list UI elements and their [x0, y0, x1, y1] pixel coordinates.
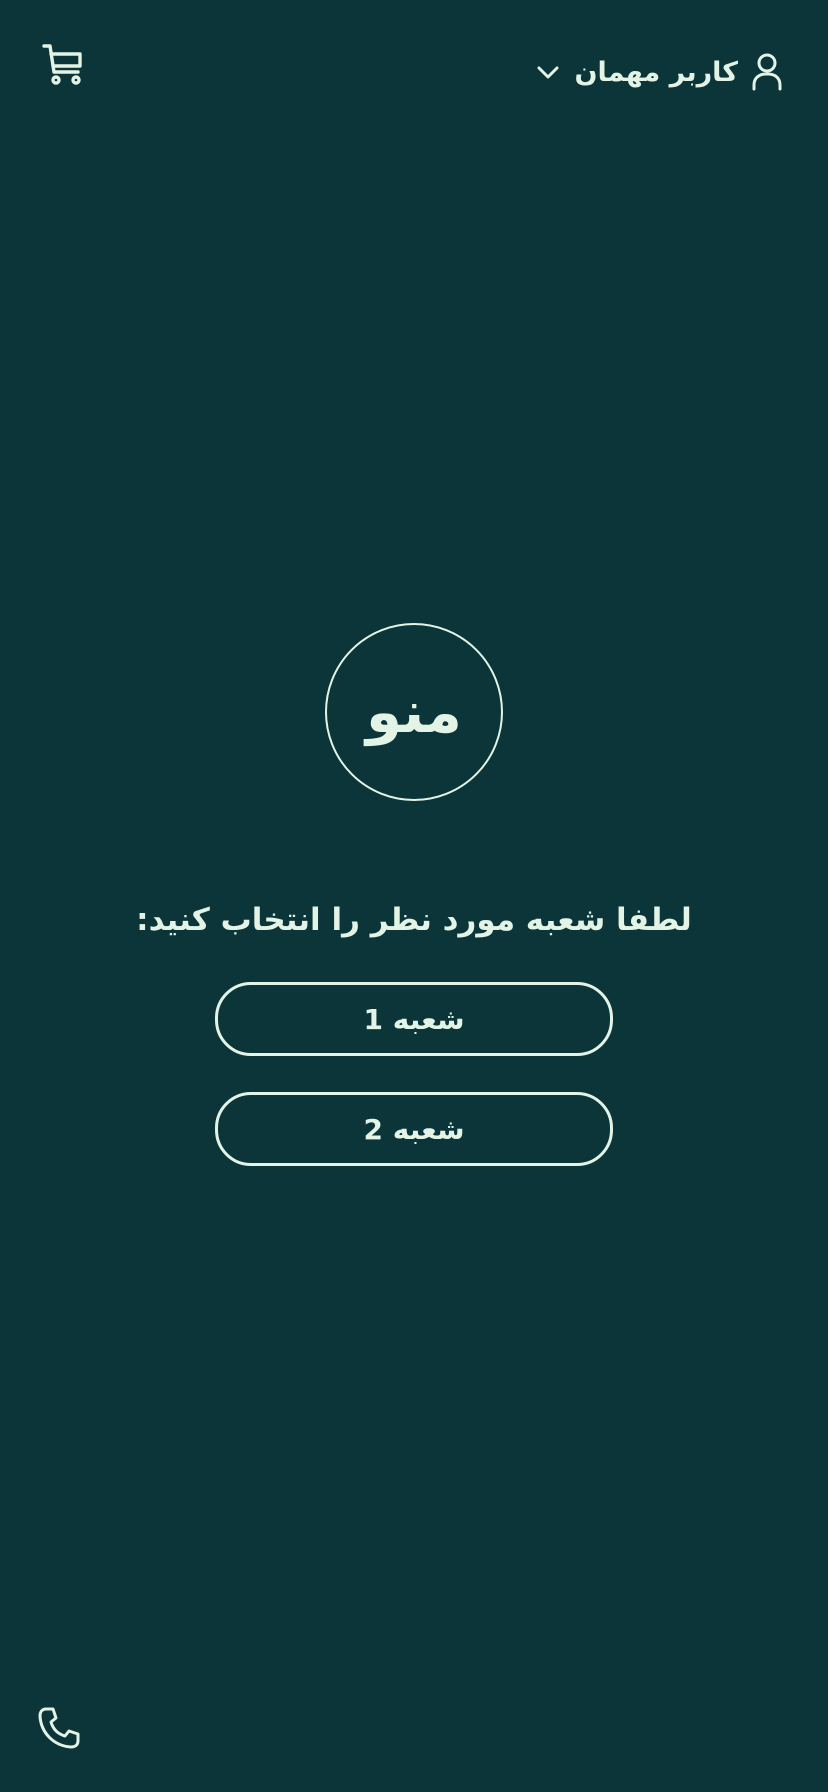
cart-button[interactable]: [40, 40, 92, 92]
chevron-down-icon: [536, 64, 560, 80]
user-menu[interactable]: کاربر مهمان: [536, 48, 782, 96]
logo: منو: [324, 622, 504, 802]
phone-icon: [38, 1707, 80, 1749]
cart-icon: [42, 44, 82, 85]
branch-prompt: لطفا شعبه مورد نظر را انتخاب کنید:: [136, 902, 692, 938]
branch-2-button[interactable]: شعبه 2: [215, 1092, 613, 1166]
logo-text: منو: [363, 678, 462, 747]
branch-1-button[interactable]: شعبه 1: [215, 982, 613, 1056]
user-icon: [752, 53, 782, 91]
phone-button[interactable]: [36, 1705, 82, 1751]
user-name: کاربر مهمان: [574, 56, 738, 88]
